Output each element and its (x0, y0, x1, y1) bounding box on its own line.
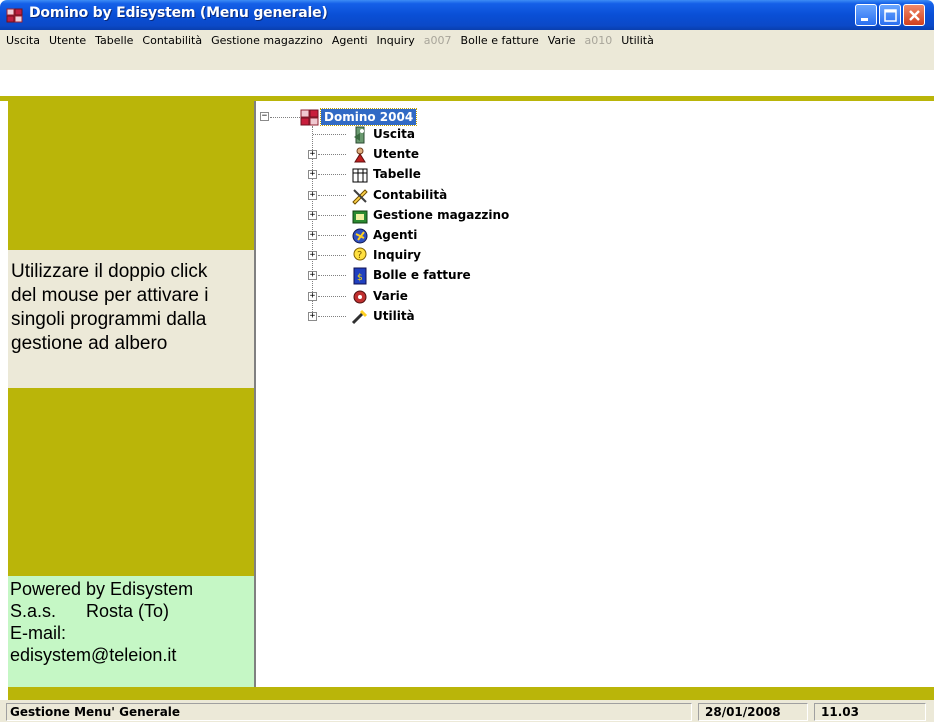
invoice-icon: $ (353, 267, 367, 285)
window-title: Domino by Edisystem (Menu generale) (29, 5, 328, 21)
menu-item[interactable]: Varie (548, 34, 576, 47)
powered-line: S.a.s. Rosta (To) (10, 601, 170, 621)
tree-connector (318, 275, 346, 276)
usage-line: gestione ad albero (11, 333, 168, 354)
tree-connector (318, 255, 346, 256)
tree-connector (318, 215, 346, 216)
close-button[interactable] (903, 4, 925, 26)
accounting-icon (352, 189, 368, 205)
menu-item[interactable]: Uscita (6, 34, 40, 47)
menu-bar: Uscita Utente Tabelle Contabilità Gestione m… (0, 30, 934, 70)
tree-collapse-toggle[interactable]: − (260, 112, 269, 121)
menu-item[interactable]: a010 (585, 34, 613, 47)
powered-line: E-mail: (10, 623, 67, 643)
menu-item[interactable]: Utilità (621, 34, 654, 47)
powered-line: Powered by Edisystem (10, 579, 194, 599)
left-panel-band-top (8, 101, 254, 250)
menu-item[interactable]: Agenti (332, 34, 368, 47)
menu-item[interactable]: Contabilità (142, 34, 202, 47)
minimize-icon (861, 18, 868, 21)
tree-node-label[interactable]: Inquiry (373, 248, 421, 262)
left-panel-band-middle (8, 388, 254, 576)
warehouse-icon (352, 210, 368, 224)
usage-line: del mouse per attivare i (11, 285, 209, 306)
tree-node-label[interactable]: Varie (373, 289, 408, 303)
svg-text:$: $ (357, 273, 363, 283)
tree-node-label[interactable]: Tabelle (373, 167, 421, 181)
tree-connector (270, 117, 302, 118)
tree-expand-toggle[interactable]: + (308, 251, 317, 260)
exit-icon (354, 126, 365, 144)
tree-expand-toggle[interactable]: + (308, 191, 317, 200)
left-panel: Utilizzare il doppio click del mouse per… (0, 101, 255, 688)
inquiry-icon: ? (353, 247, 367, 261)
status-date: 28/01/2008 (698, 703, 808, 721)
menu-item[interactable]: Gestione magazzino (211, 34, 323, 47)
tree-connector (313, 134, 346, 135)
title-bar[interactable]: Domino by Edisystem (Menu generale) (0, 0, 934, 30)
tree-connector (318, 174, 346, 175)
tree-node-label[interactable]: Uscita (373, 127, 415, 141)
tree-node-label[interactable]: Bolle e fatture (373, 268, 471, 282)
agents-icon (352, 228, 368, 244)
tree-node-label[interactable]: Agenti (373, 228, 417, 242)
menu-row: Uscita Utente Tabelle Contabilità Gestione m… (0, 30, 934, 50)
tree-root-label[interactable]: Domino 2004 (319, 108, 418, 126)
status-bar: Gestione Menu' Generale 28/01/2008 11.03 (0, 700, 934, 722)
domino-icon (300, 109, 319, 126)
menu-item[interactable]: Bolle e fatture (461, 34, 539, 47)
user-icon (354, 147, 366, 163)
tree-expand-toggle[interactable]: + (308, 231, 317, 240)
tree-connector (318, 235, 346, 236)
usage-line: Utilizzare il doppio click (11, 261, 208, 282)
tree-node-label[interactable]: Utente (373, 147, 419, 161)
tree-expand-toggle[interactable]: + (308, 292, 317, 301)
tree-node-label[interactable]: Contabilità (373, 188, 447, 202)
close-icon (909, 10, 920, 21)
tree-node-label[interactable]: Gestione magazzino (373, 208, 509, 222)
tables-icon (352, 168, 368, 183)
utility-icon (351, 309, 368, 325)
status-message: Gestione Menu' Generale (6, 703, 692, 721)
tree-node-label[interactable]: Utilità (373, 309, 415, 323)
tree-expand-toggle[interactable]: + (308, 312, 317, 321)
usage-instructions: Utilizzare il doppio click del mouse per… (8, 250, 254, 388)
minimize-button[interactable] (855, 4, 877, 26)
status-time: 11.03 (814, 703, 926, 721)
powered-line: edisystem@teleion.it (10, 645, 177, 665)
tree-expand-toggle[interactable]: + (308, 211, 317, 220)
powered-by-box: Powered by Edisystem S.a.s. Rosta (To) E… (8, 576, 254, 688)
menu-item[interactable]: a007 (424, 34, 452, 47)
maximize-button[interactable] (879, 4, 901, 26)
tree-connector (318, 316, 346, 317)
tree-expand-toggle[interactable]: + (308, 271, 317, 280)
tree-expand-toggle[interactable]: + (308, 150, 317, 159)
misc-icon (353, 290, 367, 304)
menu-item[interactable]: Tabelle (95, 34, 133, 47)
tree-connector (318, 195, 346, 196)
tree-expand-toggle[interactable]: + (308, 170, 317, 179)
tree-connector (318, 154, 346, 155)
maximize-icon (884, 9, 897, 22)
domino-app-icon (6, 8, 23, 23)
usage-line: singoli programmi dalla (11, 309, 207, 330)
svg-text:?: ? (357, 250, 362, 261)
menu-item[interactable]: Inquiry (377, 34, 415, 47)
menu-item[interactable]: Utente (49, 34, 86, 47)
bottom-band (8, 687, 934, 700)
tree-connector (318, 296, 346, 297)
